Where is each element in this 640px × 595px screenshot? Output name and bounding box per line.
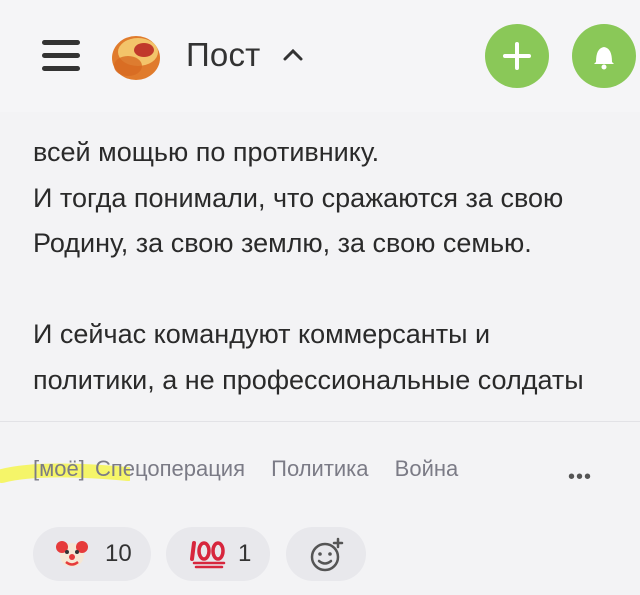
post-text-line: Родину, за свою землю, за свою семью. <box>33 228 532 259</box>
post-text-line: политики, а не профессиональные солдаты <box>33 364 584 395</box>
page-title[interactable]: Пост <box>186 36 261 74</box>
tag-special-operation[interactable]: Спецоперация <box>95 456 245 482</box>
reaction-count: 10 <box>105 540 132 567</box>
top-bar: Пост <box>0 0 640 112</box>
menu-icon[interactable] <box>42 36 80 76</box>
post-text-line: И тогда понимали, что сражаются за свою <box>33 182 564 213</box>
tag-war[interactable]: Война <box>395 456 459 482</box>
post-text-line: всей мощью по противнику. <box>33 137 380 167</box>
more-options-button[interactable]: ••• <box>568 466 592 489</box>
tag-moe[interactable]: [моё] <box>33 456 85 482</box>
notifications-button[interactable] <box>572 24 636 88</box>
plus-icon <box>503 42 531 70</box>
divider <box>0 421 640 422</box>
reaction-count: 1 <box>238 540 252 567</box>
add-reaction-button[interactable] <box>286 527 366 581</box>
bell-icon <box>594 47 614 70</box>
post-text-line: И сейчас командуют коммерсанты и <box>33 319 491 350</box>
logo[interactable] <box>106 28 166 84</box>
tag-politics[interactable]: Политика <box>271 456 368 482</box>
tag-list: [моё] Спецоперация Политика Война <box>33 456 478 486</box>
reaction-clown[interactable]: 10 <box>33 527 151 581</box>
post-body: всей мощью по противнику. И тогда понима… <box>33 100 640 404</box>
reaction-hundred[interactable]: 1 <box>166 527 270 581</box>
add-post-button[interactable] <box>485 24 549 88</box>
hundred-points-icon <box>190 541 226 569</box>
clown-icon <box>56 541 88 567</box>
chevron-up-icon[interactable] <box>282 46 304 62</box>
add-reaction-icon <box>310 537 344 572</box>
